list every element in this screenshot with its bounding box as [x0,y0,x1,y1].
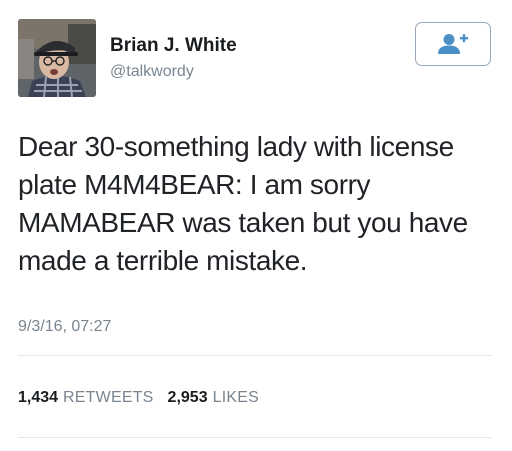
avatar[interactable] [18,19,96,97]
tweet-timestamp[interactable]: 9/3/16, 07:27 [18,318,111,336]
add-user-icon [438,34,468,54]
divider [18,437,492,438]
retweets-count: 1,434 [18,389,59,406]
likes-label: LIKES [212,389,259,406]
tweet-stats: 1,434 RETWEETS 2,953 LIKES [18,389,273,407]
retweets-label: RETWEETS [63,389,154,406]
retweets-stat[interactable]: 1,434 RETWEETS [18,389,154,407]
divider [18,355,492,356]
follow-button[interactable] [415,22,491,66]
likes-count: 2,953 [167,389,208,406]
user-handle[interactable]: @talkwordy [110,63,194,81]
display-name[interactable]: Brian J. White [110,35,237,57]
tweet-text: Dear 30-something lady with license plat… [18,131,468,276]
avatar-photo [18,19,96,97]
tweet-card: Brian J. White @talkwordy Dear 30-someth… [0,0,512,451]
likes-stat[interactable]: 2,953 LIKES [168,389,259,407]
